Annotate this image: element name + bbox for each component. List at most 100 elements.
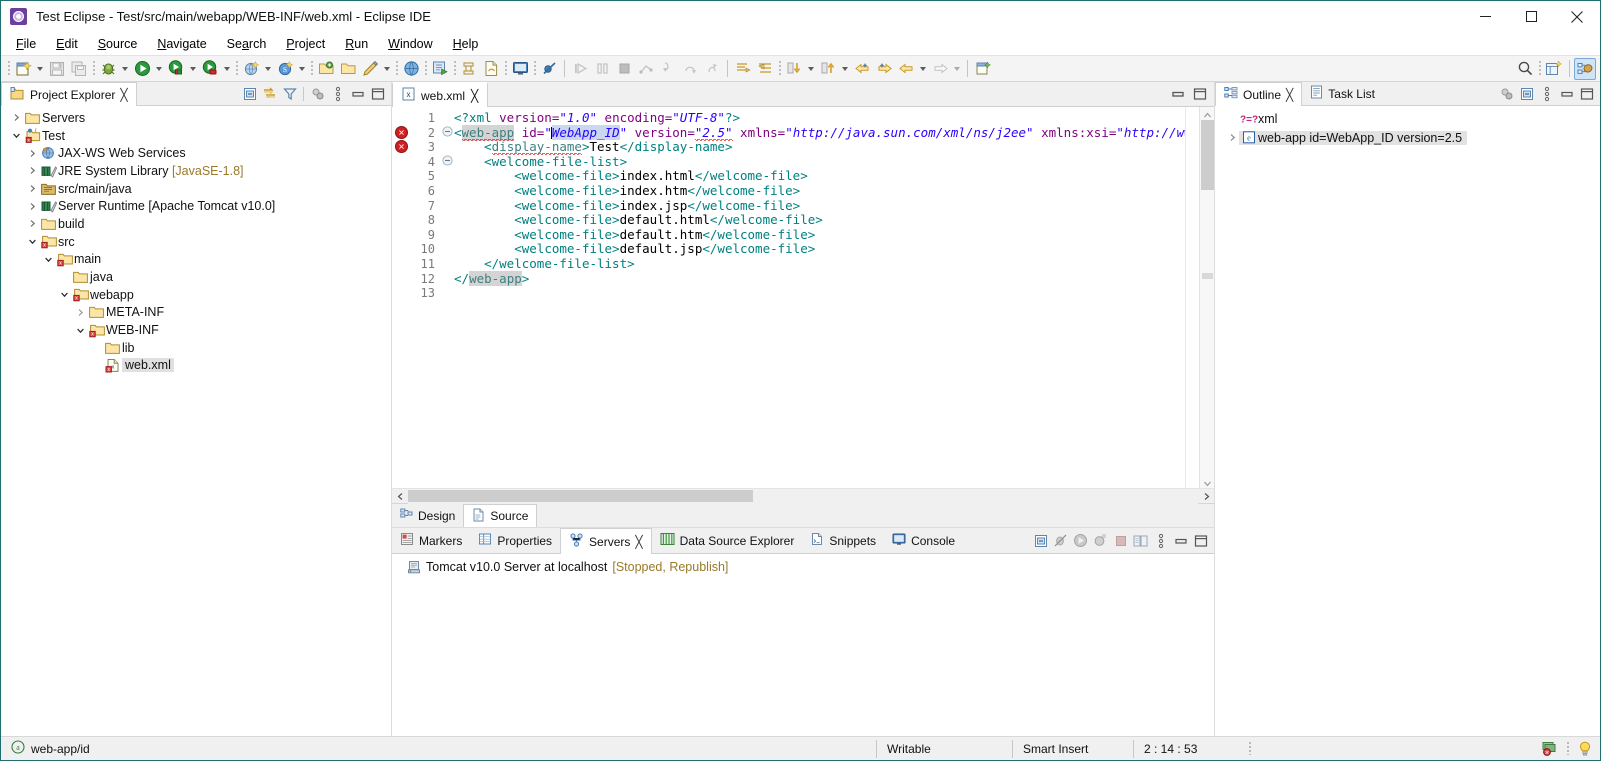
- tree-item-src[interactable]: x src: [1, 233, 391, 251]
- back-history-dropdown-icon[interactable]: [917, 58, 929, 80]
- tree-item-server-runtime[interactable]: Server Runtime [Apache Tomcat v10.0]: [1, 197, 391, 215]
- last-edit-location-icon[interactable]: [817, 58, 839, 80]
- open-resource-icon[interactable]: [337, 58, 359, 80]
- scroll-up-arrow-icon[interactable]: [1203, 109, 1212, 118]
- console-icon[interactable]: [509, 58, 531, 80]
- tree-item-jaxws[interactable]: JAX-WS Web Services: [1, 144, 391, 162]
- terminate-icon[interactable]: [613, 58, 635, 80]
- next-edit-location-icon[interactable]: [783, 58, 805, 80]
- step-return-icon[interactable]: [701, 58, 723, 80]
- web-browser-icon[interactable]: [400, 58, 422, 80]
- editor-tab-web-xml[interactable]: x web.xml ╳: [392, 82, 489, 107]
- previous-annotation-icon[interactable]: [754, 58, 776, 80]
- minimize-icon[interactable]: [348, 83, 367, 105]
- tab-design[interactable]: Design: [392, 504, 463, 527]
- run-server-dropdown-icon[interactable]: [187, 58, 199, 80]
- debug-server-icon[interactable]: [1091, 530, 1110, 552]
- error-marker-line-2[interactable]: ✕: [395, 126, 408, 139]
- scroll-track[interactable]: [408, 488, 1198, 504]
- maximize-icon[interactable]: [1577, 83, 1596, 105]
- menu-help[interactable]: Help: [443, 35, 489, 53]
- chevron-down-icon[interactable]: [73, 326, 87, 335]
- focus-icon[interactable]: [308, 83, 327, 105]
- minimize-button[interactable]: [1462, 1, 1508, 32]
- stop-debug-icon[interactable]: [1051, 530, 1070, 552]
- tab-data-source-explorer[interactable]: Data Source Explorer: [652, 528, 803, 553]
- menu-file[interactable]: FFileile: [6, 35, 46, 53]
- server-row[interactable]: Tomcat v10.0 Server at localhost [Stoppe…: [392, 558, 1214, 576]
- status-resize-grip[interactable]: [1244, 737, 1256, 761]
- start-server-icon[interactable]: [1071, 530, 1090, 552]
- back-icon[interactable]: [851, 58, 873, 80]
- last-edit-dropdown-icon[interactable]: [839, 58, 851, 80]
- new-java-file-icon[interactable]: [972, 58, 994, 80]
- step-into-icon[interactable]: [657, 58, 679, 80]
- save-icon[interactable]: [46, 58, 68, 80]
- suspend-icon[interactable]: [591, 58, 613, 80]
- disable-breakpoints-icon[interactable]: [538, 58, 560, 80]
- menu-window[interactable]: Window: [378, 35, 442, 53]
- menu-source[interactable]: Source: [88, 35, 148, 53]
- chevron-right-icon[interactable]: [25, 202, 39, 211]
- scroll-thumb[interactable]: [408, 489, 753, 502]
- minimize-icon[interactable]: [1557, 83, 1576, 105]
- build-error-icon[interactable]: ✕: [1537, 737, 1562, 761]
- editor-text-area[interactable]: ✕ ✕ 1 2 3 4 5 6 7 8 9 10 11 12 13 <?xml …: [392, 107, 1214, 488]
- chevron-down-icon[interactable]: [41, 255, 55, 264]
- editor-code[interactable]: <?xml version="1.0" encoding="UTF-8"?> <…: [454, 107, 1214, 488]
- fold-toggle-line-4[interactable]: [442, 154, 453, 169]
- chevron-right-icon[interactable]: [25, 184, 39, 193]
- menu-run[interactable]: Run: [335, 35, 378, 53]
- menu-project[interactable]: Project: [276, 35, 335, 53]
- menu-search[interactable]: Search: [217, 35, 277, 53]
- chevron-right-icon[interactable]: [25, 166, 39, 175]
- new-wizard-icon[interactable]: [12, 58, 34, 80]
- view-menu-icon[interactable]: [328, 83, 347, 105]
- stop-server-icon[interactable]: [199, 58, 221, 80]
- close-icon[interactable]: ╳: [120, 88, 127, 102]
- tab-properties[interactable]: Properties: [470, 528, 560, 553]
- minimize-icon[interactable]: [1168, 83, 1187, 105]
- tree-item-java[interactable]: java: [1, 268, 391, 286]
- tree-item-jre-system-library[interactable]: JRE System Library [JavaSE-1.8]: [1, 162, 391, 180]
- tree-item-webapp[interactable]: x webapp: [1, 286, 391, 304]
- tree-item-meta-inf[interactable]: META-INF: [1, 304, 391, 322]
- servers-list[interactable]: Tomcat v10.0 Server at localhost [Stoppe…: [392, 554, 1214, 736]
- chevron-down-icon[interactable]: [9, 131, 23, 140]
- open-perspective-add-icon[interactable]: [1543, 58, 1565, 80]
- run-server-icon[interactable]: [165, 58, 187, 80]
- new-wizard-dropdown-icon[interactable]: [34, 58, 46, 80]
- new-sql-icon[interactable]: S: [274, 58, 296, 80]
- editor-vertical-scrollbar[interactable]: [1199, 107, 1214, 488]
- perspective-web-icon[interactable]: [1574, 57, 1596, 80]
- step-over-icon[interactable]: [679, 58, 701, 80]
- run-dropdown-icon[interactable]: [153, 58, 165, 80]
- fold-toggle-line-2[interactable]: [442, 125, 453, 140]
- tab-servers[interactable]: Servers ╳: [560, 528, 652, 554]
- validate-icon[interactable]: [480, 58, 502, 80]
- disconnect-icon[interactable]: [635, 58, 657, 80]
- tree-item-src-main-java[interactable]: src/main/java: [1, 180, 391, 198]
- menu-edit[interactable]: Edit: [46, 35, 88, 53]
- scroll-thumb[interactable]: [1201, 120, 1214, 190]
- close-icon[interactable]: ╳: [1286, 88, 1293, 102]
- outline-item-xml[interactable]: ?=? xml: [1215, 109, 1600, 128]
- stop-server-dropdown-icon[interactable]: [221, 58, 233, 80]
- editor-overview-ruler[interactable]: [1185, 107, 1199, 488]
- tree-item-web-inf[interactable]: x WEB-INF: [1, 321, 391, 339]
- scroll-right-arrow-icon[interactable]: [1198, 489, 1214, 504]
- tab-task-list[interactable]: Task List: [1302, 82, 1383, 105]
- chevron-down-icon[interactable]: [25, 237, 39, 246]
- chevron-right-icon[interactable]: [25, 219, 39, 228]
- save-all-icon[interactable]: [68, 58, 90, 80]
- chevron-right-icon[interactable]: [73, 308, 87, 317]
- maximize-icon[interactable]: [1191, 530, 1210, 552]
- view-menu-filter-icon[interactable]: [280, 83, 299, 105]
- maximize-icon[interactable]: [1190, 83, 1209, 105]
- tab-snippets[interactable]: Snippets: [802, 528, 884, 553]
- tree-item-lib[interactable]: lib: [1, 339, 391, 357]
- outline-selected-row[interactable]: e web-app id=WebApp_ID version=2.5: [1239, 130, 1468, 145]
- editor-folding-column[interactable]: [440, 107, 454, 488]
- outline-item-web-app[interactable]: e web-app id=WebApp_ID version=2.5: [1215, 128, 1600, 147]
- next-annotation-icon[interactable]: [732, 58, 754, 80]
